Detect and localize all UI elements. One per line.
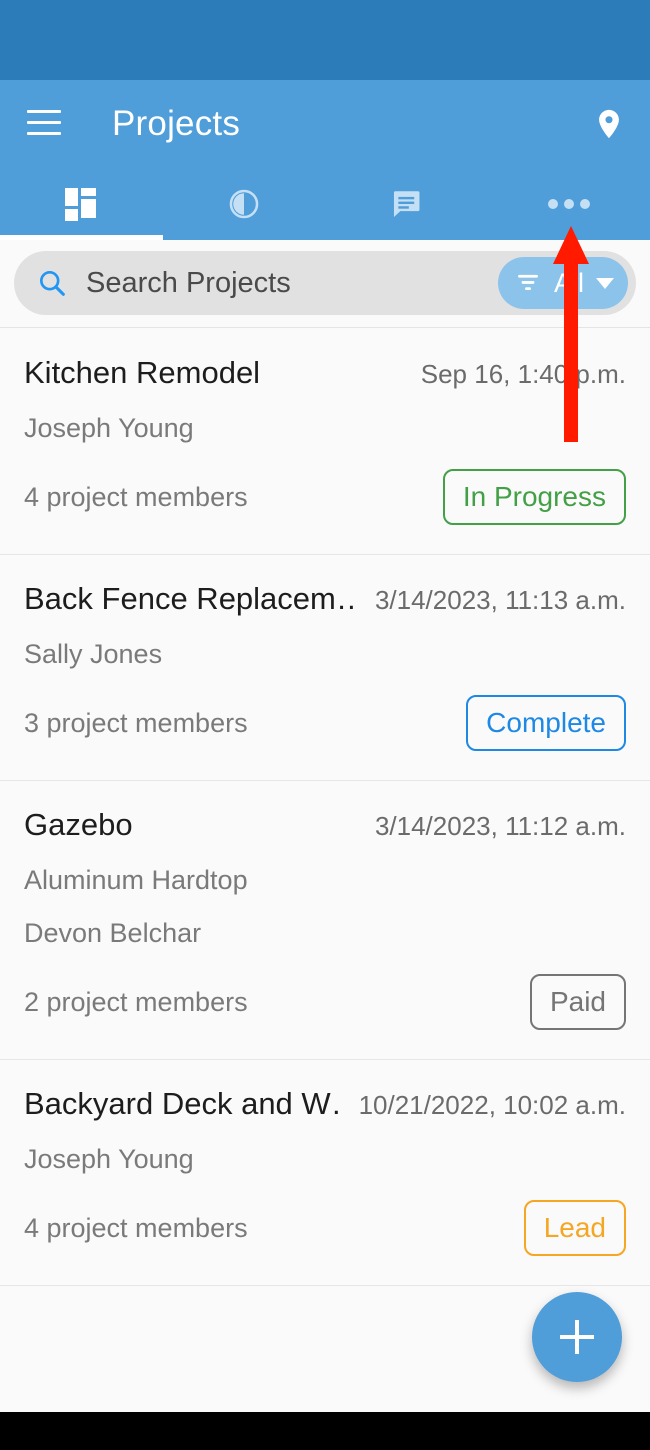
search-icon [36, 267, 68, 299]
project-date: Sep 16, 1:40 p.m. [420, 359, 626, 389]
status-badge[interactable]: Paid [529, 974, 626, 1030]
project-subtitle: Aluminum Hardtop [24, 865, 248, 895]
tab-more[interactable] [488, 168, 650, 240]
project-title: Backyard Deck and W… [24, 1086, 343, 1121]
overflow-dots-icon [547, 199, 590, 209]
list-item[interactable]: Kitchen Remodel Sep 16, 1:40 p.m. Joseph… [0, 329, 650, 555]
search-bar-container: Search Projects All [0, 240, 650, 328]
project-date: 3/14/2023, 11:13 a.m. [374, 585, 626, 615]
filter-funnel-icon [514, 269, 542, 297]
search-input[interactable]: Search Projects All [14, 251, 636, 315]
chat-bubble-icon [394, 191, 420, 218]
app-bar: Projects [0, 80, 650, 168]
tab-dashboard[interactable] [0, 168, 163, 240]
project-members: 4 project members [24, 1212, 248, 1243]
card-header: Back Fence Replacem… 3/14/2023, 11:13 a.… [24, 581, 626, 617]
location-pin-icon[interactable] [592, 107, 626, 141]
filter-label: All [553, 267, 584, 298]
project-title: Kitchen Remodel [24, 355, 261, 390]
project-date: 3/14/2023, 11:12 a.m. [374, 811, 626, 841]
status-badge[interactable]: In Progress [442, 469, 626, 525]
card-header: Backyard Deck and W… 10/21/2022, 10:02 a… [24, 1086, 626, 1122]
status-bar [0, 0, 650, 80]
project-owner: Devon Belchar [24, 918, 202, 948]
status-badge[interactable]: Complete [466, 695, 626, 751]
list-item[interactable]: Back Fence Replacem… 3/14/2023, 11:13 a.… [0, 555, 650, 781]
page-title: Projects [112, 104, 241, 143]
card-footer: 3 project members Complete [24, 692, 626, 754]
add-project-fab[interactable] [532, 1292, 622, 1382]
tab-messages[interactable] [325, 168, 488, 240]
card-footer: 4 project members In Progress [24, 466, 626, 528]
list-item[interactable]: Backyard Deck and W… 10/21/2022, 10:02 a… [0, 1060, 650, 1286]
project-list: Kitchen Remodel Sep 16, 1:40 p.m. Joseph… [0, 329, 650, 1286]
hamburger-menu-icon[interactable] [27, 110, 61, 136]
clock-pie-icon [229, 189, 259, 219]
project-owner: Joseph Young [24, 413, 194, 443]
card-footer: 4 project members Lead [24, 1197, 626, 1259]
project-owner: Joseph Young [24, 1144, 194, 1174]
project-members: 3 project members [24, 707, 248, 738]
status-badge[interactable]: Lead [523, 1200, 626, 1256]
project-members: 2 project members [24, 986, 248, 1017]
card-footer: 2 project members Paid [24, 971, 626, 1033]
tab-schedule[interactable] [163, 168, 326, 240]
project-date: 10/21/2022, 10:02 a.m. [358, 1090, 626, 1120]
project-title: Back Fence Replacem… [24, 581, 359, 616]
project-owner: Sally Jones [24, 639, 163, 669]
dashboard-grid-icon [65, 188, 97, 221]
tab-bar [0, 168, 650, 240]
card-header: Gazebo 3/14/2023, 11:12 a.m. [24, 807, 626, 843]
mobile-app-screen: Projects Search Projects All Kitchen Rem… [0, 0, 650, 1450]
card-header: Kitchen Remodel Sep 16, 1:40 p.m. [24, 355, 626, 391]
list-item[interactable]: Gazebo 3/14/2023, 11:12 a.m. Aluminum Ha… [0, 781, 650, 1060]
filter-dropdown[interactable]: All [497, 257, 628, 309]
project-title: Gazebo [24, 807, 133, 842]
project-members: 4 project members [24, 481, 248, 512]
plus-icon [560, 1320, 594, 1354]
chevron-down-icon [596, 277, 614, 289]
system-navigation-bar [0, 1412, 650, 1450]
search-placeholder-text: Search Projects [86, 266, 291, 299]
